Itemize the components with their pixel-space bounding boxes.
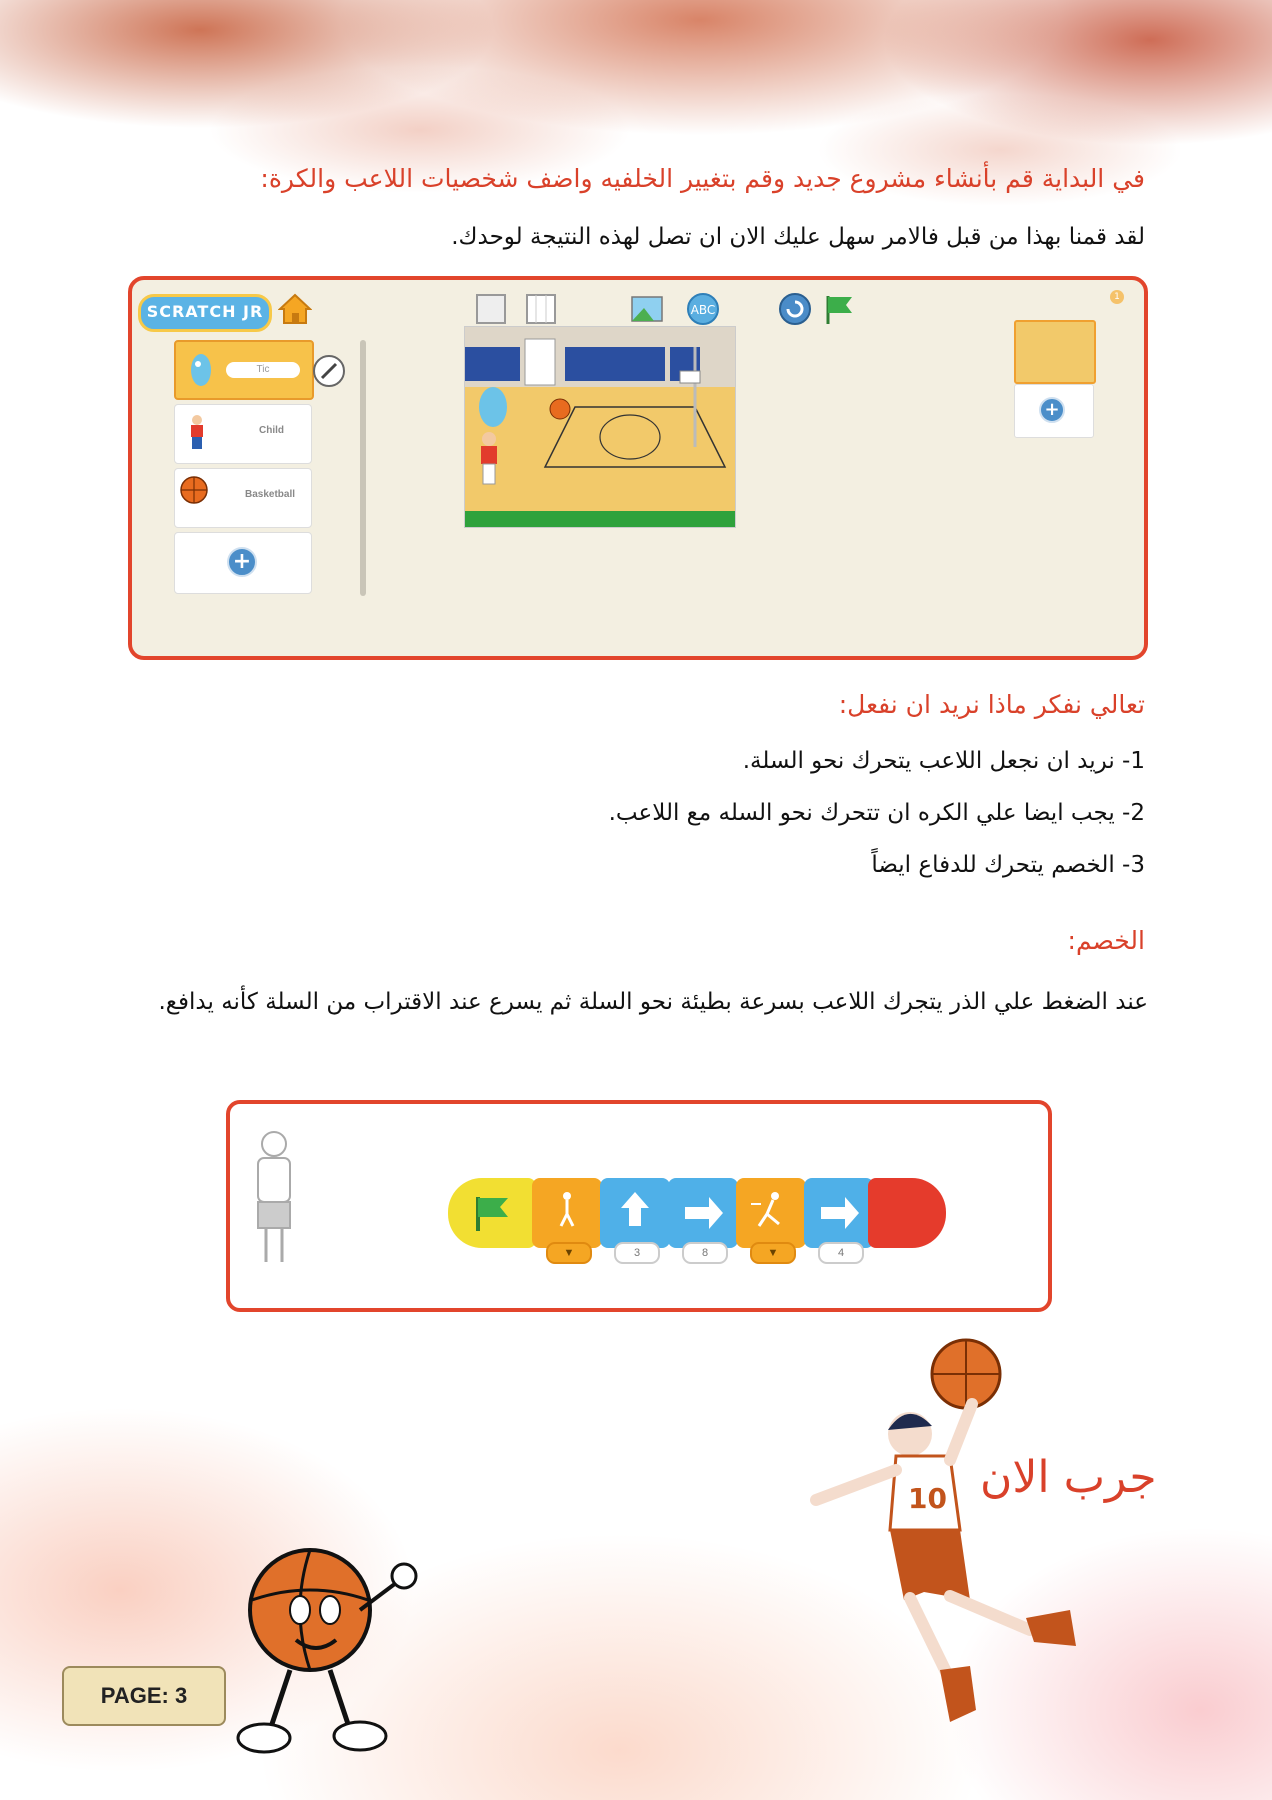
stage-canvas[interactable] [464, 326, 736, 528]
court-lines [465, 338, 727, 485]
speed-dropdown[interactable]: ▼ [750, 1242, 796, 1264]
sprite-name: Child [259, 425, 284, 436]
tic-sprite-icon [191, 354, 211, 386]
set-speed-block[interactable] [736, 1178, 806, 1248]
page-number-scroll: PAGE: 3 [62, 1666, 226, 1726]
add-sprite-button[interactable]: + [227, 547, 257, 577]
top-watercolor-wash [0, 0, 1272, 230]
plan-item: 3- الخصم يتحرك للدفاع ايضاً [871, 852, 1145, 878]
scratchjr-screenshot: SCRATCH JR Tic Child Basketball + ABC 1 … [128, 276, 1148, 660]
green-flag-block[interactable] [448, 1178, 536, 1248]
add-sprite-slot[interactable]: + [174, 532, 312, 594]
green-flag-icon [476, 1197, 508, 1231]
running-person-icon [751, 1192, 780, 1227]
sprite-list-scrollbar[interactable] [360, 340, 366, 596]
opponent-heading: الخصم: [1067, 926, 1145, 955]
arrow-right-icon [685, 1197, 723, 1229]
home-icon[interactable] [278, 292, 312, 326]
basketball-player-illustration: 10 [810, 1338, 1076, 1722]
sprite-card-basketball[interactable]: Basketball [174, 468, 312, 528]
speed-dropdown[interactable]: ▼ [546, 1242, 592, 1264]
green-flag-icon[interactable] [822, 292, 856, 326]
svg-text:10: 10 [908, 1482, 947, 1515]
fullscreen-icon[interactable] [474, 292, 508, 326]
set-speed-block[interactable] [532, 1178, 602, 1248]
move-right-block[interactable] [668, 1178, 738, 1248]
add-page-slot[interactable]: + [1014, 384, 1094, 438]
basketball-mascot-illustration [236, 1548, 418, 1754]
bottom-watercolor-wash [0, 1330, 1272, 1800]
page-thumbnail[interactable] [1014, 320, 1096, 384]
basketball-sprite-icon [180, 476, 208, 504]
arrow-up-icon [621, 1192, 649, 1226]
plan-item: 2- يجب ايضا علي الكره ان تتحرك نحو السله… [608, 800, 1145, 826]
court-edge-green [465, 511, 735, 527]
sprite-card-tic[interactable]: Tic [174, 340, 345, 400]
sprite-name: Basketball [245, 489, 296, 500]
page-number-badge: 1 [1110, 290, 1124, 304]
add-page-button[interactable]: + [1039, 397, 1065, 423]
intro-text: لقد قمنا بهذا من قبل فالامر سهل عليك الا… [451, 224, 1145, 250]
svg-text:ABC: ABC [691, 303, 716, 317]
sprite-name-pill[interactable]: Tic [226, 362, 300, 378]
sprite-card-child[interactable]: Child [174, 404, 312, 464]
reset-icon[interactable] [778, 292, 812, 326]
arrow-right-icon [821, 1197, 859, 1229]
paintbrush-icon[interactable] [312, 354, 346, 388]
scratchjr-logo: SCRATCH JR [138, 294, 272, 332]
intro-heading: في البداية قم بأنشاء مشروع جديد وقم بتغي… [260, 164, 1145, 193]
opponent-sprite-icon [257, 1131, 291, 1262]
move-up-block[interactable] [600, 1178, 670, 1248]
plan-item: 1- نريد ان نجعل اللاعب يتحرك نحو السلة. [742, 748, 1145, 774]
walking-person-icon [559, 1192, 575, 1227]
code-blocks-panel: ▼ 3 8 ▼ 4 [226, 1100, 1052, 1312]
block-parameter[interactable]: 8 [682, 1242, 728, 1264]
plan-heading: تعالي نفكر ماذا نريد ان نفعل: [838, 690, 1145, 719]
end-block[interactable] [868, 1178, 946, 1248]
block-parameter[interactable]: 4 [818, 1242, 864, 1264]
background-icon[interactable] [630, 292, 664, 326]
text-abc-icon[interactable]: ABC [686, 292, 720, 326]
opponent-text: عند الضغط علي الذر يتجرك اللاعب بسرعة بط… [158, 989, 1148, 1015]
block-parameter[interactable]: 3 [614, 1242, 660, 1264]
grid-icon[interactable] [524, 292, 558, 326]
child-sprite-icon [191, 415, 203, 449]
move-right-block[interactable] [804, 1178, 874, 1248]
